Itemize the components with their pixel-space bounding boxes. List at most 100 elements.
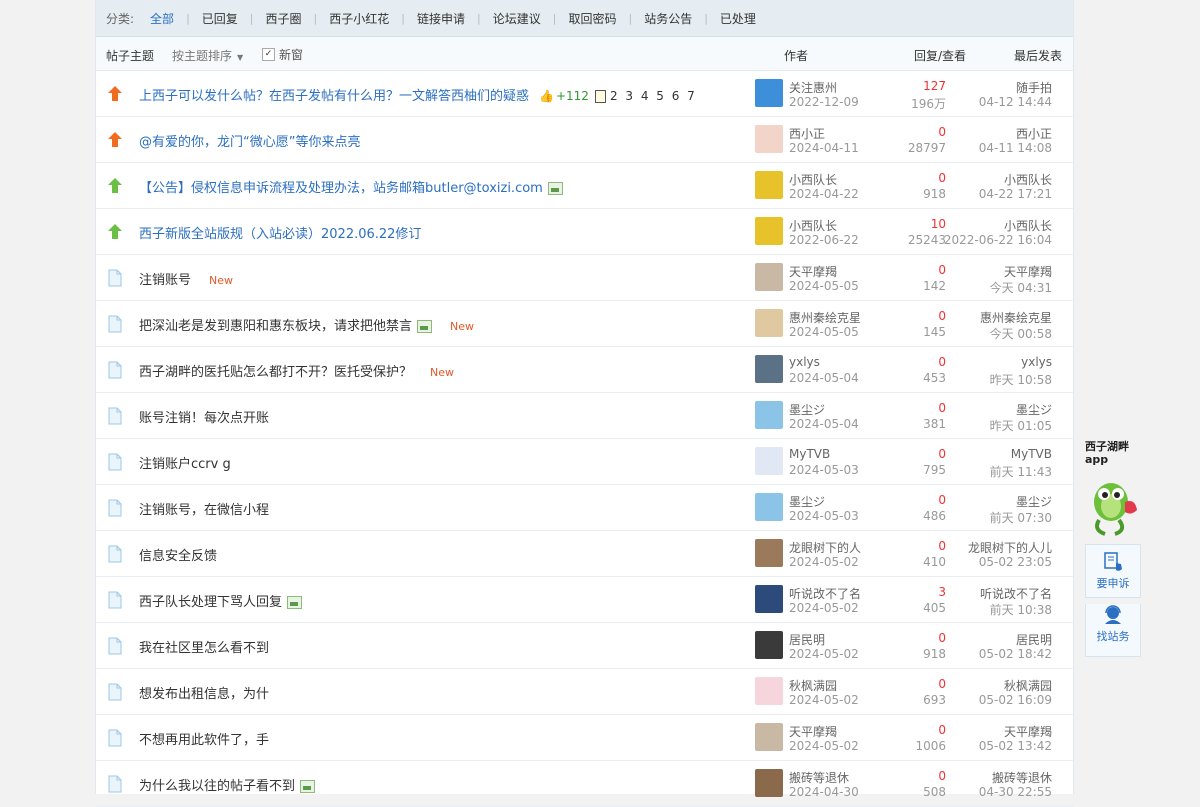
- last-post-time[interactable]: 05-02 18:42: [979, 647, 1052, 661]
- thread-title-link[interactable]: 【公告】侵权信息申诉流程及处理办法，站务邮箱butler@toxizi.com: [139, 177, 563, 196]
- thread-title-link[interactable]: 想发布出租信息，为什: [139, 683, 269, 702]
- last-post-time[interactable]: 04-22 17:21: [979, 187, 1052, 201]
- avatar[interactable]: [755, 401, 783, 429]
- thread-title-link[interactable]: 西子新版全站版规（入站必读）2022.06.22修订: [139, 223, 421, 242]
- reply-count: 0: [938, 769, 946, 783]
- thread-title-link[interactable]: @有爱的你，龙门“微心愿”等你来点亮: [139, 131, 360, 150]
- last-poster[interactable]: 墨尘ジ: [1016, 401, 1052, 418]
- author-name[interactable]: 搬砖等退休: [789, 769, 849, 786]
- category-announcements[interactable]: 站务公告: [632, 10, 704, 27]
- thread-title-link[interactable]: 注销账号，在微信小程: [139, 499, 269, 518]
- author-name[interactable]: yxlys: [789, 355, 820, 369]
- category-xizi-flower[interactable]: 西子小红花: [317, 10, 401, 27]
- category-replied[interactable]: 已回复: [190, 10, 250, 27]
- last-poster[interactable]: 墨尘ジ: [1016, 493, 1052, 510]
- author-name[interactable]: MyTVB: [789, 447, 830, 461]
- last-post-time[interactable]: 前天 10:38: [990, 601, 1052, 618]
- last-post-time[interactable]: 2022-06-22 16:04: [944, 233, 1052, 247]
- author-name[interactable]: 天平摩羯: [789, 723, 837, 740]
- thread-title-link[interactable]: 西子湖畔的医托贴怎么都打不开？医托受保护？ New: [139, 361, 454, 380]
- last-post-time[interactable]: 前天 07:30: [990, 509, 1052, 526]
- last-poster[interactable]: 居民明: [1016, 631, 1052, 648]
- last-post-time[interactable]: 04-11 14:08: [979, 141, 1052, 155]
- avatar[interactable]: [755, 631, 783, 659]
- avatar[interactable]: [755, 769, 783, 797]
- author-name[interactable]: 听说改不了名: [789, 585, 861, 602]
- category-recover-password[interactable]: 取回密码: [556, 10, 628, 27]
- category-all[interactable]: 全部: [138, 10, 186, 27]
- last-post-time[interactable]: 今天 04:31: [990, 279, 1052, 296]
- author-name[interactable]: 天平摩羯: [789, 263, 837, 280]
- last-poster[interactable]: 天平摩羯: [1004, 263, 1052, 280]
- author-name[interactable]: 墨尘ジ: [789, 401, 825, 418]
- last-poster[interactable]: 随手拍: [1016, 79, 1052, 96]
- last-poster[interactable]: yxlys: [1021, 355, 1052, 369]
- thread-title-link[interactable]: 注销账户ccrv g: [139, 453, 231, 472]
- author-name[interactable]: 惠州秦绘克星: [789, 309, 861, 326]
- author-name[interactable]: 关注惠州: [789, 79, 837, 96]
- avatar[interactable]: [755, 723, 783, 751]
- author-name[interactable]: 小西队长: [789, 171, 837, 188]
- sort-dropdown[interactable]: 按主题排序 ▼: [172, 47, 243, 64]
- thread-title-link[interactable]: 我在社区里怎么看不到: [139, 637, 269, 656]
- avatar[interactable]: [755, 447, 783, 475]
- avatar[interactable]: [755, 493, 783, 521]
- last-poster[interactable]: 西小正: [1016, 125, 1052, 142]
- thread-title-link[interactable]: 西子队长处理下骂人回复: [139, 591, 303, 610]
- avatar[interactable]: [755, 263, 783, 291]
- thread-title-link[interactable]: 账号注销！每次点开账: [139, 407, 269, 426]
- avatar[interactable]: [755, 79, 783, 107]
- avatar[interactable]: [755, 309, 783, 337]
- last-poster[interactable]: 小西队长: [1004, 217, 1052, 234]
- header-subject: 帖子主题: [106, 49, 155, 63]
- customer-service-icon: [1105, 605, 1121, 624]
- author-name[interactable]: 秋枫满园: [789, 677, 837, 694]
- last-post-time[interactable]: 04-30 22:55: [979, 785, 1052, 799]
- avatar[interactable]: [755, 125, 783, 153]
- last-poster[interactable]: 龙眼树下的人儿: [968, 539, 1052, 556]
- author-name[interactable]: 居民明: [789, 631, 825, 648]
- contact-staff-button[interactable]: 找站务: [1085, 604, 1141, 657]
- last-poster[interactable]: MyTVB: [1011, 447, 1052, 461]
- avatar[interactable]: [755, 217, 783, 245]
- author-name[interactable]: 西小正: [789, 125, 825, 142]
- complaint-button[interactable]: 要申诉: [1085, 544, 1141, 598]
- last-poster[interactable]: 听说改不了名: [980, 585, 1052, 602]
- thread-title-link[interactable]: 信息安全反馈: [139, 545, 217, 564]
- last-poster[interactable]: 小西队长: [1004, 171, 1052, 188]
- category-suggestions[interactable]: 论坛建议: [481, 10, 553, 27]
- avatar[interactable]: [755, 171, 783, 199]
- thread-title-link[interactable]: 为什么我以往的帖子看不到: [139, 775, 316, 794]
- avatar[interactable]: [755, 585, 783, 613]
- last-post-time[interactable]: 05-02 16:09: [979, 693, 1052, 707]
- thread-title-link[interactable]: 注销账号 New: [139, 269, 233, 288]
- last-post-time[interactable]: 今天 00:58: [990, 325, 1052, 342]
- last-post-time[interactable]: 昨天 01:05: [990, 417, 1052, 434]
- app-title[interactable]: 西子湖畔 app: [1085, 440, 1143, 466]
- thread-title-link[interactable]: 不想再用此软件了，手: [139, 729, 269, 748]
- last-post-time[interactable]: 04-12 14:44: [979, 95, 1052, 109]
- last-post-time[interactable]: 前天 11:43: [990, 463, 1052, 480]
- last-post-time[interactable]: 昨天 10:58: [990, 371, 1052, 388]
- last-post-time[interactable]: 05-02 13:42: [979, 739, 1052, 753]
- author-name[interactable]: 小西队长: [789, 217, 837, 234]
- thread-title-link[interactable]: 上西子可以发什么帖？在西子发帖有什么用？一文解答西柚们的疑惑 👍 +112 2 3 4…: [139, 85, 697, 104]
- thread-title-link[interactable]: 把深汕老是发到惠阳和惠东板块，请求把他禁言 New: [139, 315, 474, 334]
- last-poster[interactable]: 惠州秦绘克星: [980, 309, 1052, 326]
- category-xizi-circle[interactable]: 西子圈: [254, 10, 314, 27]
- last-post-time[interactable]: 05-02 23:05: [979, 555, 1052, 569]
- avatar[interactable]: [755, 677, 783, 705]
- author-name[interactable]: 墨尘ジ: [789, 493, 825, 510]
- last-poster[interactable]: 秋枫满园: [1004, 677, 1052, 694]
- new-window-toggle[interactable]: ✓ 新窗: [262, 46, 303, 63]
- page-links[interactable]: 2 3 4 5 6 7: [610, 89, 697, 103]
- last-poster[interactable]: 搬砖等退休: [992, 769, 1052, 786]
- avatar[interactable]: [755, 539, 783, 567]
- mascot-icon[interactable]: [1085, 466, 1143, 540]
- last-poster[interactable]: 天平摩羯: [1004, 723, 1052, 740]
- checkbox-icon[interactable]: ✓: [262, 48, 275, 61]
- author-name[interactable]: 龙眼树下的人: [789, 539, 861, 556]
- category-processed[interactable]: 已处理: [708, 10, 768, 27]
- category-link-request[interactable]: 链接申请: [405, 10, 477, 27]
- avatar[interactable]: [755, 355, 783, 383]
